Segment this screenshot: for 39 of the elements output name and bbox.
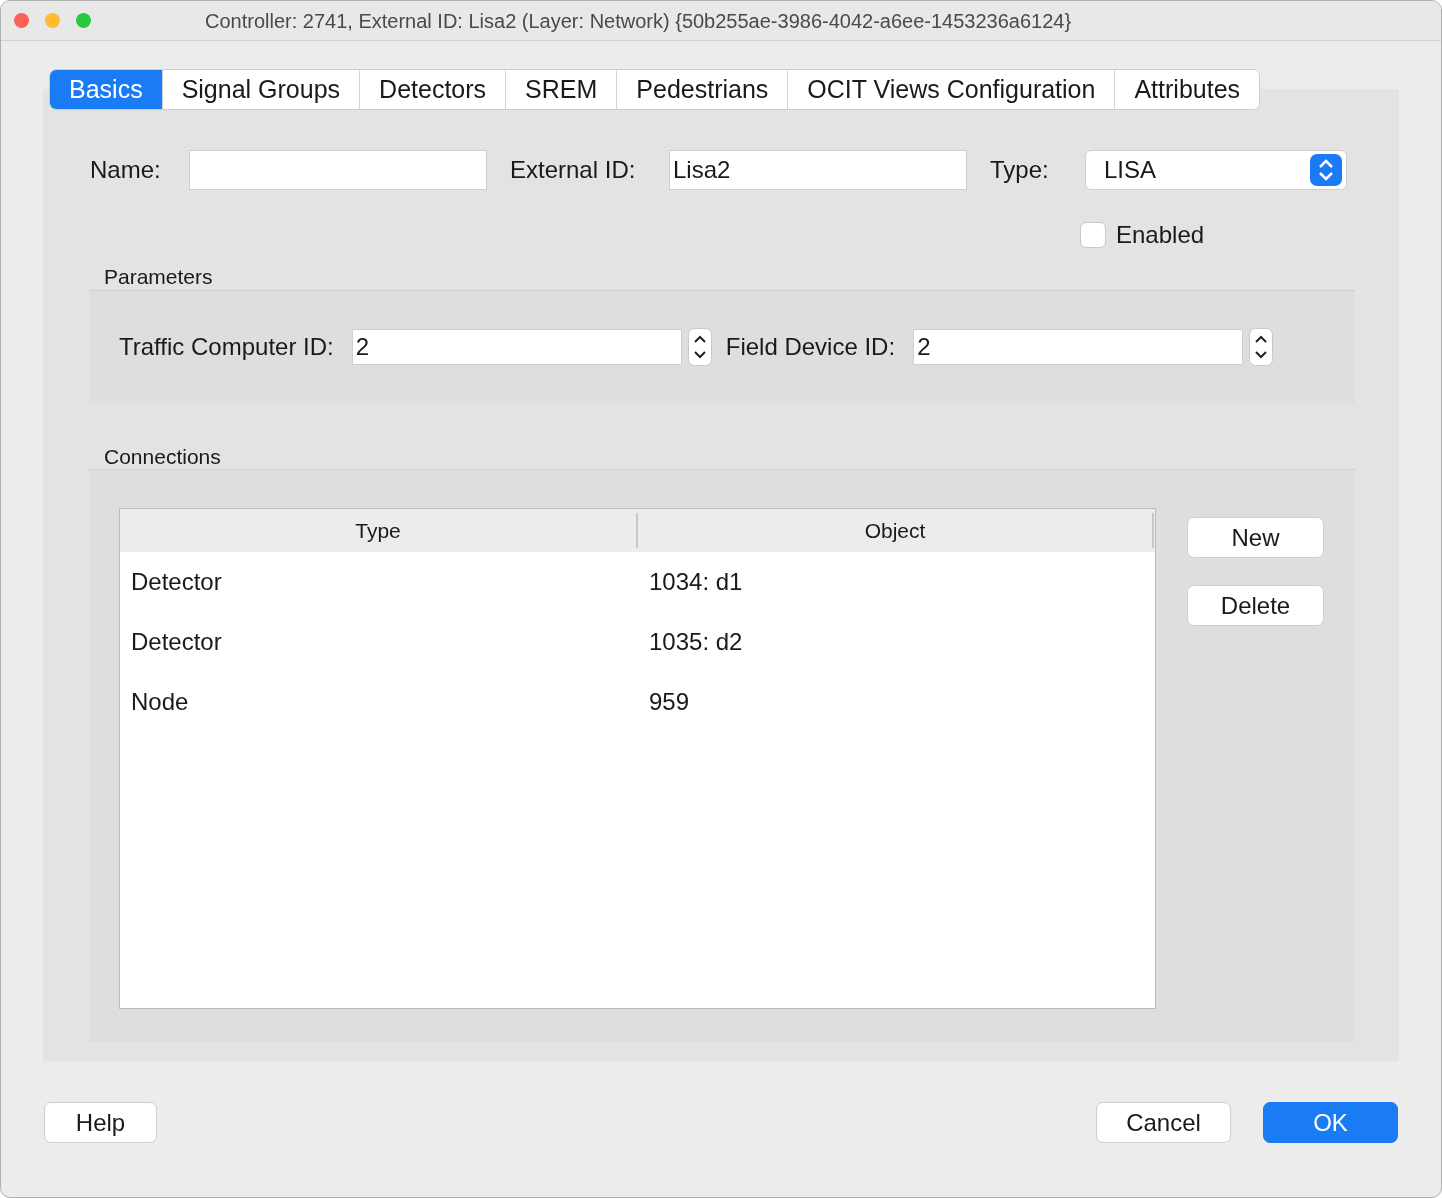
tab[interactable]: Attributes <box>1114 70 1260 109</box>
name-field[interactable] <box>189 150 487 190</box>
window-title: Controller: 2741, External ID: Lisa2 (Layer: Network) {50b255ae-3986-4042-a6ee-1453236a6124} <box>205 8 1072 34</box>
external-id-field[interactable]: Lisa2 <box>669 150 967 190</box>
help-button[interactable]: Help <box>44 1102 157 1143</box>
type-select[interactable]: LISA <box>1085 150 1347 190</box>
field-label: Type: <box>990 155 1050 185</box>
table-row[interactable]: Detector 1035: d2 <box>120 612 1155 672</box>
dialog-button[interactable]: OK <box>1263 1102 1398 1143</box>
number-field[interactable]: 2 <box>913 328 1244 365</box>
table-cell-text: 1035: d2 <box>648 627 743 657</box>
table-cell-text: Detector <box>130 627 223 657</box>
field-label: External ID: <box>510 155 637 185</box>
number-field[interactable]: 2 <box>351 328 682 365</box>
dialog-button[interactable]: Cancel <box>1096 1102 1231 1143</box>
field-label: Name: <box>90 155 162 185</box>
table-cell-text: 959 <box>648 687 690 717</box>
close-icon[interactable] <box>14 13 29 28</box>
zoom-icon[interactable] <box>76 13 91 28</box>
table-row[interactable]: Node 959 <box>120 672 1155 732</box>
table-cell-text: 1034: d1 <box>648 567 743 597</box>
table-action-button[interactable]: Delete <box>1187 585 1324 626</box>
stepper-icon[interactable] <box>1249 327 1274 366</box>
stepper-icon[interactable] <box>687 327 712 366</box>
table-cell-text: Node <box>130 687 190 717</box>
group-title: Connections <box>104 443 222 470</box>
stepper-icon <box>1310 154 1342 186</box>
table-cell-text: Detector <box>130 567 223 597</box>
minimize-icon[interactable] <box>45 13 60 28</box>
column-header[interactable]: Type <box>120 513 638 548</box>
column-header[interactable]: Object <box>638 513 1154 548</box>
enabled-checkbox[interactable] <box>1080 222 1106 248</box>
field-label: Field Device ID: <box>725 331 896 362</box>
checkbox-label: Enabled <box>1116 220 1205 250</box>
tab[interactable]: Basics <box>50 70 162 109</box>
table-row[interactable]: Detector 1034: d1 <box>120 552 1155 612</box>
table-action-button[interactable]: New <box>1187 517 1324 558</box>
group-title: Parameters <box>104 264 214 290</box>
field-label: Traffic Computer ID: <box>119 331 334 362</box>
